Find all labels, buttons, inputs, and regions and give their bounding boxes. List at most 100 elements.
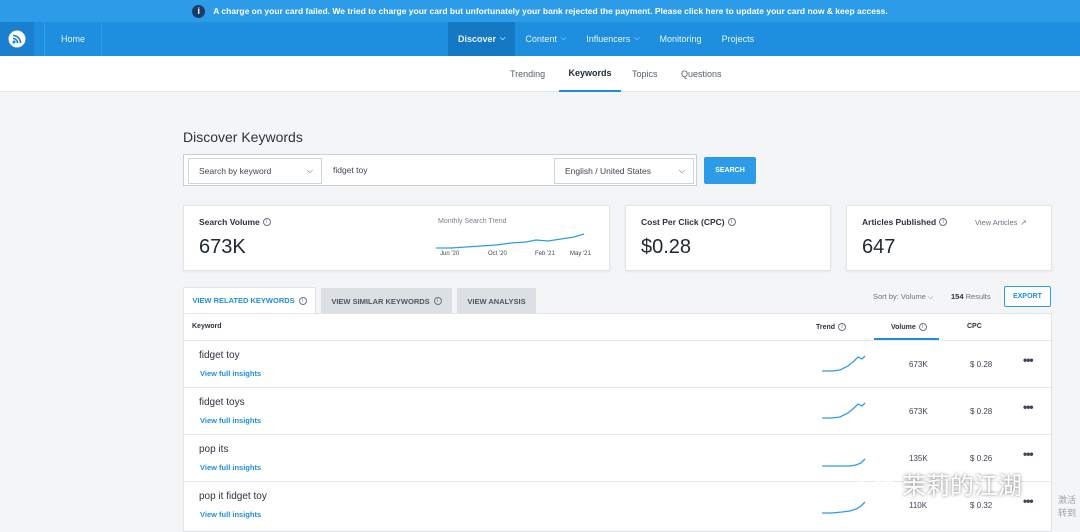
trend-tick-4: May '21: [570, 251, 591, 257]
nav-projects-label: Projects: [721, 34, 755, 44]
search-mode-select[interactable]: Search by keyword ⌵: [188, 158, 322, 184]
sort-label: Sort by: Volume: [873, 292, 926, 301]
export-button[interactable]: EXPORT: [1004, 286, 1051, 307]
sort-select[interactable]: Sort by: Volume ⌵: [873, 292, 933, 302]
search-button[interactable]: SEARCH: [704, 157, 756, 184]
nav-projects[interactable]: Projects: [712, 22, 765, 56]
keyword-volume: 673K: [909, 360, 928, 369]
table-row: fidget toys View full insights 673K $ 0.…: [184, 387, 1051, 434]
keyword-volume: 673K: [909, 407, 928, 416]
keyword-name[interactable]: pop its: [199, 444, 228, 455]
keyword-cpc: $ 0.32: [970, 501, 993, 510]
info-icon: i: [298, 296, 307, 305]
more-dots-icon[interactable]: •••: [1023, 400, 1034, 414]
watermark: 茉莉的江湖: [860, 466, 1022, 501]
articles-label-row: Articles Published i: [862, 217, 948, 227]
wechat-icon: [861, 470, 894, 495]
page-title: Discover Keywords: [183, 129, 303, 145]
view-insights-link[interactable]: View full insights: [200, 369, 261, 378]
nav-influencers[interactable]: Influencers ⌵: [576, 22, 649, 56]
external-link-icon: ↗: [1020, 218, 1027, 227]
watermark-text: 茉莉的江湖: [902, 473, 1022, 500]
search-volume-label: Search Volume: [199, 217, 260, 227]
tab-similar-keywords[interactable]: VIEW SIMILAR KEYWORDS i: [321, 288, 452, 314]
tab-trending[interactable]: Trending: [510, 56, 545, 92]
tab-questions[interactable]: Questions: [681, 56, 722, 92]
keyword-name[interactable]: pop it fidget toy: [199, 491, 267, 502]
sub-nav: Trending Keywords Topics Questions: [0, 56, 1080, 92]
view-articles-link[interactable]: View Articles ↗: [975, 218, 1027, 227]
info-icon[interactable]: i: [727, 218, 736, 226]
results-number: 154: [951, 292, 964, 301]
top-nav: Home Discover ⌵ Content ⌵ Influencers ⌵ Mon…: [0, 22, 1080, 56]
info-icon[interactable]: i: [262, 218, 271, 226]
nav-monitoring[interactable]: Monitoring: [650, 22, 712, 56]
trend-tick-2: Oct '20: [488, 251, 507, 257]
info-icon: i: [433, 297, 442, 305]
col-header-cpc[interactable]: CPC: [967, 323, 982, 330]
activation-notice: 激活 转到: [1058, 495, 1077, 518]
tab-similar-label: VIEW SIMILAR KEYWORDS: [331, 296, 430, 306]
col-header-keyword: Keyword: [192, 323, 222, 330]
view-insights-link[interactable]: View full insights: [200, 463, 261, 472]
col-header-trend[interactable]: Trend i: [816, 323, 847, 331]
tab-view-analysis[interactable]: VIEW ANALYSIS: [457, 288, 536, 314]
chevron-down-icon: ⌵: [928, 294, 934, 301]
info-icon: i: [838, 323, 847, 331]
more-dots-icon[interactable]: •••: [1023, 494, 1034, 508]
tab-keywords[interactable]: Keywords: [559, 56, 621, 92]
search-volume-card: Search Volume i 673K Monthly Search Tren…: [183, 205, 610, 271]
locale-value: English / United States: [565, 166, 651, 176]
nav-home[interactable]: Home: [44, 22, 102, 56]
monthly-trend-sparkline: [436, 233, 585, 249]
more-dots-icon[interactable]: •••: [1023, 353, 1034, 367]
chevron-down-icon: ⌵: [634, 35, 640, 42]
search-volume-value: 673K: [199, 236, 246, 258]
col-header-trend-label: Trend: [816, 323, 836, 331]
keyword-volume: 135K: [909, 454, 928, 463]
cpc-label-row: Cost Per Click (CPC) i: [641, 217, 736, 227]
col-header-volume[interactable]: Volume i: [891, 323, 927, 331]
monthly-trend-label: Monthly Search Trend: [438, 218, 507, 225]
trend-sparkline: [822, 355, 866, 372]
info-icon[interactable]: i: [939, 218, 948, 226]
view-insights-link[interactable]: View full insights: [200, 510, 261, 519]
search-mode-value: Search by keyword: [199, 166, 272, 176]
tab-analysis-label: VIEW ANALYSIS: [467, 296, 526, 306]
chevron-down-icon: ⌵: [306, 166, 313, 175]
nav-discover[interactable]: Discover ⌵: [448, 22, 516, 56]
info-icon: i: [192, 4, 206, 18]
cpc-value: $0.28: [641, 236, 692, 258]
tab-related-label: VIEW RELATED KEYWORDS: [192, 296, 295, 305]
payment-failed-banner[interactable]: i A charge on your card failed. We tried…: [0, 0, 1080, 22]
articles-label: Articles Published: [862, 217, 937, 227]
tab-related-keywords[interactable]: VIEW RELATED KEYWORDS i: [183, 287, 316, 313]
cpc-label: Cost Per Click (CPC): [641, 217, 725, 227]
nav-monitoring-label: Monitoring: [659, 34, 702, 44]
more-dots-icon[interactable]: •••: [1023, 447, 1034, 461]
keyword-cpc: $ 0.28: [970, 360, 993, 369]
keyword-name[interactable]: fidget toys: [199, 397, 245, 408]
locale-select[interactable]: English / United States ⌵: [554, 158, 694, 184]
chevron-down-icon: ⌵: [678, 166, 685, 175]
view-insights-link[interactable]: View full insights: [200, 416, 261, 425]
chevron-down-icon: ⌵: [500, 35, 506, 42]
tab-topics[interactable]: Topics: [632, 56, 658, 92]
search-input[interactable]: fidget toy: [333, 165, 368, 175]
articles-card: Articles Published i View Articles ↗ 647: [846, 205, 1052, 271]
trend-sparkline: [822, 402, 866, 419]
search-volume-label-row: Search Volume i: [199, 217, 271, 227]
nav-content[interactable]: Content ⌵: [515, 22, 576, 56]
view-articles-label: View Articles: [975, 218, 1018, 227]
banner-text[interactable]: A charge on your card failed. We tried t…: [213, 6, 888, 16]
keyword-cpc: $ 0.26: [970, 454, 993, 463]
keyword-name[interactable]: fidget toy: [199, 350, 240, 361]
rss-logo-icon[interactable]: [0, 22, 34, 56]
table-row: fidget toy View full insights 673K $ 0.2…: [184, 340, 1051, 387]
results-count: 154 Results: [951, 292, 991, 301]
keyword-volume: 110K: [909, 501, 928, 510]
trend-tick-1: Jun '20: [440, 251, 460, 257]
nav-content-label: Content: [525, 34, 557, 44]
nav-influencers-label: Influencers: [586, 34, 631, 44]
keyword-cpc: $ 0.28: [970, 407, 993, 416]
